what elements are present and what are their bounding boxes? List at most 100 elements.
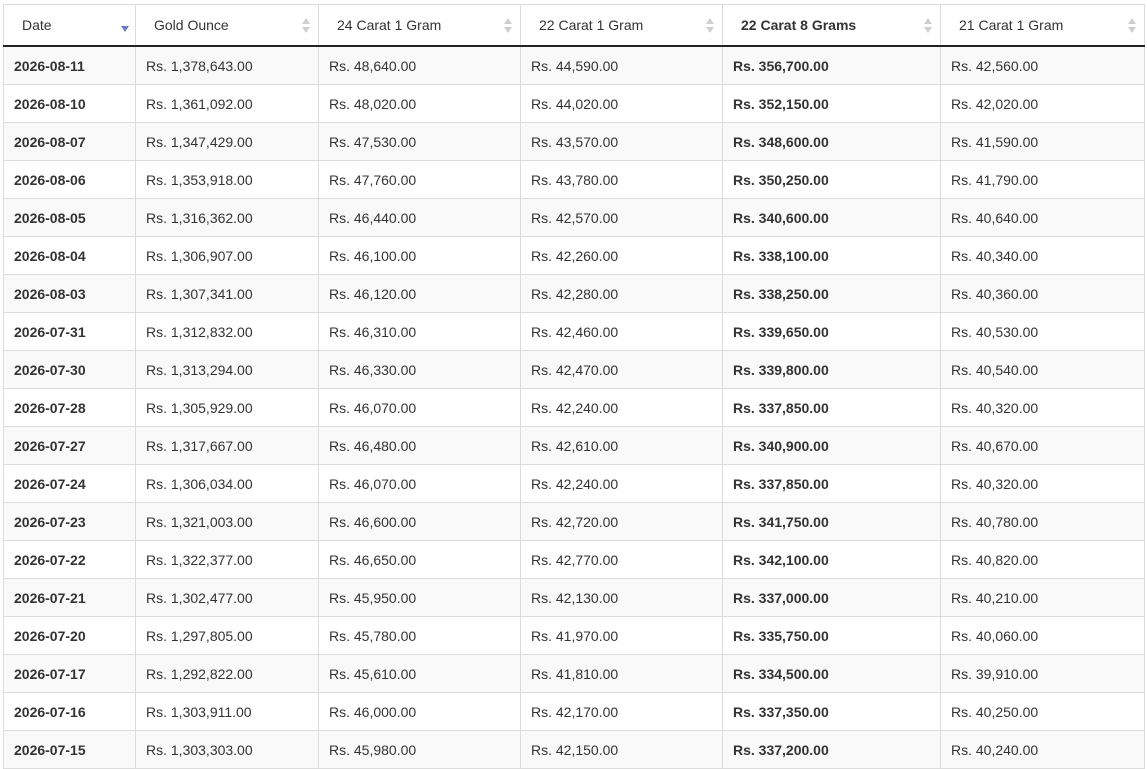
carat21-1g-cell: Rs. 40,060.00 — [940, 616, 1145, 655]
table-row: 2026-07-30 Rs. 1,313,294.00 Rs. 46,330.00 R… — [3, 350, 1145, 389]
carat22-1g-cell: Rs. 41,810.00 — [520, 654, 723, 693]
column-header-label: Date — [22, 17, 52, 33]
table-row: 2026-07-28 Rs. 1,305,929.00 Rs. 46,070.00 R… — [3, 388, 1145, 427]
column-header-22-carat-8-grams[interactable]: 22 Carat 8 Grams — [722, 4, 941, 47]
carat21-1g-cell: Rs. 40,340.00 — [940, 236, 1145, 275]
date-cell: 2026-07-20 — [3, 616, 136, 655]
gold-ounce-cell: Rs. 1,313,294.00 — [135, 350, 319, 389]
date-cell: 2026-08-03 — [3, 274, 136, 313]
gold-ounce-cell: Rs. 1,297,805.00 — [135, 616, 319, 655]
carat24-1g-cell: Rs. 46,650.00 — [318, 540, 521, 579]
table-row: 2026-08-11 Rs. 1,378,643.00 Rs. 48,640.00 R… — [3, 45, 1145, 85]
table-row: 2026-07-22 Rs. 1,322,377.00 Rs. 46,650.00 R… — [3, 540, 1145, 579]
carat22-8g-cell: Rs. 337,200.00 — [722, 730, 941, 769]
carat22-8g-cell: Rs. 339,800.00 — [722, 350, 941, 389]
carat21-1g-cell: Rs. 40,320.00 — [940, 388, 1145, 427]
column-header-21-carat-1-gram[interactable]: 21 Carat 1 Gram — [940, 4, 1145, 47]
carat24-1g-cell: Rs. 46,330.00 — [318, 350, 521, 389]
table-row: 2026-08-04 Rs. 1,306,907.00 Rs. 46,100.00 R… — [3, 236, 1145, 275]
date-cell: 2026-07-30 — [3, 350, 136, 389]
carat22-1g-cell: Rs. 42,170.00 — [520, 692, 723, 731]
carat22-1g-cell: Rs. 44,020.00 — [520, 84, 723, 123]
gold-ounce-cell: Rs. 1,303,911.00 — [135, 692, 319, 731]
sort-icon — [924, 18, 932, 34]
carat22-1g-cell: Rs. 42,470.00 — [520, 350, 723, 389]
carat21-1g-cell: Rs. 42,560.00 — [940, 45, 1145, 85]
gold-ounce-cell: Rs. 1,347,429.00 — [135, 122, 319, 161]
carat22-8g-cell: Rs. 341,750.00 — [722, 502, 941, 541]
carat22-1g-cell: Rs. 42,280.00 — [520, 274, 723, 313]
carat22-1g-cell: Rs. 42,130.00 — [520, 578, 723, 617]
carat22-1g-cell: Rs. 42,720.00 — [520, 502, 723, 541]
carat22-8g-cell: Rs. 337,000.00 — [722, 578, 941, 617]
carat24-1g-cell: Rs. 46,480.00 — [318, 426, 521, 465]
gold-ounce-cell: Rs. 1,303,303.00 — [135, 730, 319, 769]
carat24-1g-cell: Rs. 46,600.00 — [318, 502, 521, 541]
carat21-1g-cell: Rs. 42,020.00 — [940, 84, 1145, 123]
carat24-1g-cell: Rs. 46,070.00 — [318, 388, 521, 427]
gold-ounce-cell: Rs. 1,321,003.00 — [135, 502, 319, 541]
date-cell: 2026-08-05 — [3, 198, 136, 237]
table-body: 2026-08-11 Rs. 1,378,643.00 Rs. 48,640.00 R… — [3, 45, 1145, 769]
carat22-8g-cell: Rs. 334,500.00 — [722, 654, 941, 693]
carat22-1g-cell: Rs. 42,610.00 — [520, 426, 723, 465]
carat24-1g-cell: Rs. 46,100.00 — [318, 236, 521, 275]
date-cell: 2026-07-17 — [3, 654, 136, 693]
carat21-1g-cell: Rs. 40,240.00 — [940, 730, 1145, 769]
date-cell: 2026-07-31 — [3, 312, 136, 351]
gold-ounce-cell: Rs. 1,302,477.00 — [135, 578, 319, 617]
carat21-1g-cell: Rs. 39,910.00 — [940, 654, 1145, 693]
carat22-8g-cell: Rs. 337,350.00 — [722, 692, 941, 731]
carat21-1g-cell: Rs. 40,640.00 — [940, 198, 1145, 237]
carat21-1g-cell: Rs. 40,320.00 — [940, 464, 1145, 503]
column-header-label: 24 Carat 1 Gram — [337, 17, 442, 33]
carat22-8g-cell: Rs. 340,600.00 — [722, 198, 941, 237]
gold-ounce-cell: Rs. 1,312,832.00 — [135, 312, 319, 351]
table-row: 2026-07-23 Rs. 1,321,003.00 Rs. 46,600.00 R… — [3, 502, 1145, 541]
sort-icon — [302, 18, 310, 34]
gold-ounce-cell: Rs. 1,361,092.00 — [135, 84, 319, 123]
column-header-24-carat-1-gram[interactable]: 24 Carat 1 Gram — [318, 4, 521, 47]
gold-ounce-cell: Rs. 1,305,929.00 — [135, 388, 319, 427]
header-row: Date Gold Ounce 24 Carat 1 Gram 22 Carat… — [3, 4, 1145, 47]
gold-ounce-cell: Rs. 1,307,341.00 — [135, 274, 319, 313]
column-header-label: 22 Carat 8 Grams — [741, 17, 857, 33]
table-row: 2026-08-06 Rs. 1,353,918.00 Rs. 47,760.00 R… — [3, 160, 1145, 199]
carat22-1g-cell: Rs. 42,150.00 — [520, 730, 723, 769]
carat22-8g-cell: Rs. 352,150.00 — [722, 84, 941, 123]
carat22-8g-cell: Rs. 338,100.00 — [722, 236, 941, 275]
carat24-1g-cell: Rs. 47,530.00 — [318, 122, 521, 161]
sort-icon — [504, 18, 512, 34]
table-row: 2026-07-20 Rs. 1,297,805.00 Rs. 45,780.00 R… — [3, 616, 1145, 655]
carat24-1g-cell: Rs. 48,020.00 — [318, 84, 521, 123]
gold-ounce-cell: Rs. 1,292,822.00 — [135, 654, 319, 693]
column-header-date[interactable]: Date — [3, 4, 136, 47]
table-row: 2026-08-05 Rs. 1,316,362.00 Rs. 46,440.00 R… — [3, 198, 1145, 237]
carat21-1g-cell: Rs. 40,530.00 — [940, 312, 1145, 351]
carat22-8g-cell: Rs. 340,900.00 — [722, 426, 941, 465]
gold-ounce-cell: Rs. 1,316,362.00 — [135, 198, 319, 237]
carat22-8g-cell: Rs. 337,850.00 — [722, 388, 941, 427]
carat24-1g-cell: Rs. 46,120.00 — [318, 274, 521, 313]
gold-ounce-cell: Rs. 1,306,907.00 — [135, 236, 319, 275]
gold-ounce-cell: Rs. 1,378,643.00 — [135, 45, 319, 85]
carat24-1g-cell: Rs. 45,780.00 — [318, 616, 521, 655]
carat21-1g-cell: Rs. 40,360.00 — [940, 274, 1145, 313]
column-header-label: 22 Carat 1 Gram — [539, 17, 644, 33]
gold-rates-table: Date Gold Ounce 24 Carat 1 Gram 22 Carat… — [3, 4, 1145, 769]
column-header-gold-ounce[interactable]: Gold Ounce — [135, 4, 319, 47]
carat22-8g-cell: Rs. 356,700.00 — [722, 45, 941, 85]
sort-descending-icon — [121, 26, 129, 32]
carat22-1g-cell: Rs. 42,260.00 — [520, 236, 723, 275]
carat24-1g-cell: Rs. 46,310.00 — [318, 312, 521, 351]
gold-ounce-cell: Rs. 1,353,918.00 — [135, 160, 319, 199]
table-row: 2026-08-10 Rs. 1,361,092.00 Rs. 48,020.00 R… — [3, 84, 1145, 123]
carat24-1g-cell: Rs. 47,760.00 — [318, 160, 521, 199]
sort-icon — [1128, 18, 1136, 34]
table-header: Date Gold Ounce 24 Carat 1 Gram 22 Carat… — [3, 4, 1145, 47]
column-header-label: Gold Ounce — [154, 17, 229, 33]
date-cell: 2026-07-23 — [3, 502, 136, 541]
carat21-1g-cell: Rs. 40,820.00 — [940, 540, 1145, 579]
column-header-22-carat-1-gram[interactable]: 22 Carat 1 Gram — [520, 4, 723, 47]
date-cell: 2026-07-21 — [3, 578, 136, 617]
